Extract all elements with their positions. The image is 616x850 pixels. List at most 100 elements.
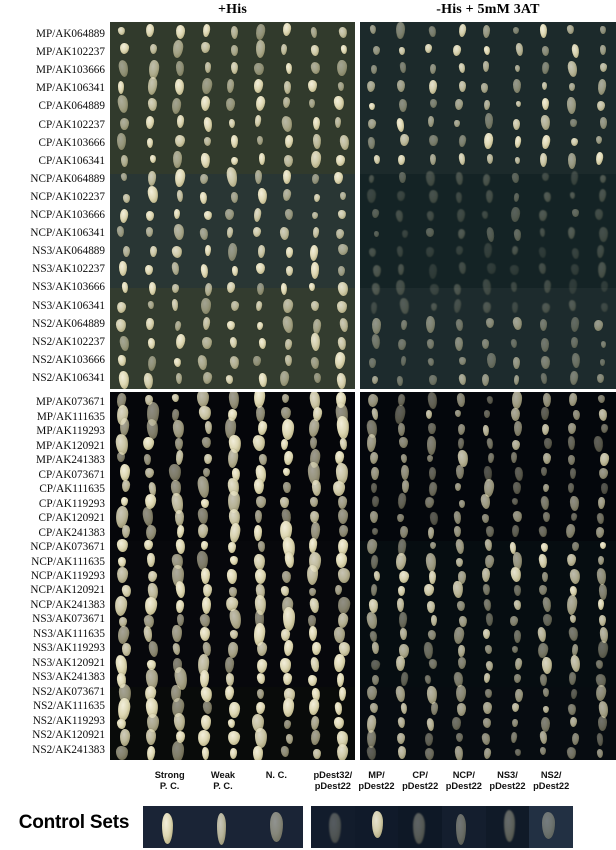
yeast-colony [569,716,578,728]
yeast-colony [543,613,552,626]
yeast-colony [368,174,375,184]
yeast-colony [425,552,437,573]
yeast-colony [227,448,240,469]
yeast-colony [566,554,577,568]
yeast-colony [425,247,435,258]
yeast-colony [538,246,548,259]
yeast-colony [542,688,550,698]
row-label: NS2/AK119293 [32,714,105,727]
yeast-colony [255,405,265,423]
yeast-colony [597,748,604,759]
yeast-colony [120,584,131,597]
yeast-colony [457,437,464,449]
yeast-colony [452,580,463,599]
yeast-colony [542,453,551,465]
yeast-colony [542,511,551,523]
yeast-colony [486,262,496,274]
yeast-colony [145,226,154,237]
yeast-colony [256,136,263,146]
yeast-colony [333,95,345,111]
yeast-colony [540,716,551,732]
yeast-colony [336,552,348,569]
yeast-colony [225,374,234,385]
yeast-colony [171,740,185,760]
yeast-colony [597,599,605,611]
yeast-colony [397,154,405,165]
yeast-colony [201,567,210,584]
yeast-colony [483,538,493,552]
yeast-colony [429,263,438,279]
yeast-colony [146,211,155,221]
yeast-colony [254,510,262,524]
yeast-colony [537,642,549,659]
yeast-colony [427,629,437,641]
yeast-colony [396,338,406,351]
plate-upper-minus-his-3at [360,22,616,389]
yeast-colony [231,265,238,277]
control-header-left-2: N. C. [265,770,287,780]
yeast-colony [541,172,549,181]
yeast-colony [425,170,436,187]
yeast-colony [119,260,128,276]
yeast-colony [256,282,264,295]
yeast-colony [225,97,236,111]
yeast-colony [121,525,131,539]
yeast-colony [368,102,376,111]
yeast-colony [513,374,520,385]
yeast-colony [254,115,263,128]
yeast-colony [253,553,266,571]
yeast-colony [541,61,550,75]
yeast-colony [370,466,379,481]
yeast-colony [176,373,183,385]
yeast-colony [175,524,185,539]
yeast-colony [459,356,467,365]
row-label: NCP/AK103666 [30,209,105,222]
yeast-colony [141,506,155,527]
yeast-colony [599,452,610,466]
yeast-colony [308,99,315,109]
yeast-colony [600,423,609,434]
yeast-colony [427,422,436,435]
yeast-colony [371,375,379,385]
control-header-right-0: pDest32/ pDest22 [313,770,353,791]
yeast-colony [145,23,154,38]
yeast-colony [226,226,234,239]
yeast-colony [429,98,437,108]
yeast-colony [595,659,604,670]
yeast-colony [541,302,551,314]
yeast-colony [428,658,438,670]
yeast-colony [229,747,238,759]
control-plate-autoactivation [311,806,573,848]
yeast-colony [595,135,603,145]
yeast-colony [143,540,154,552]
yeast-colony [455,392,466,407]
yeast-colony [255,262,265,275]
yeast-colony [202,583,213,598]
yeast-colony [337,596,352,615]
yeast-colony [145,317,154,330]
yeast-colony [397,716,407,729]
control-sets-label: Control Sets [18,812,130,833]
yeast-colony [230,134,239,148]
yeast-colony [228,522,242,544]
yeast-colony [396,492,407,510]
yeast-colony [400,671,409,687]
yeast-colony [334,701,343,716]
yeast-colony [568,279,578,295]
yeast-colony [539,24,548,39]
yeast-colony [454,538,465,555]
yeast-colony [370,510,379,523]
yeast-colony [399,134,410,147]
yeast-colony [370,659,381,671]
yeast-colony [509,264,520,276]
yeast-colony [308,537,319,554]
yeast-colony [225,166,239,188]
yeast-colony [308,587,316,597]
yeast-colony [539,152,548,167]
row-label: NS2/AK102237 [32,335,105,348]
yeast-colony [282,639,294,657]
yeast-colony [540,543,549,553]
yeast-colony [567,703,577,715]
yeast-colony [371,642,379,655]
yeast-colony [540,467,547,477]
